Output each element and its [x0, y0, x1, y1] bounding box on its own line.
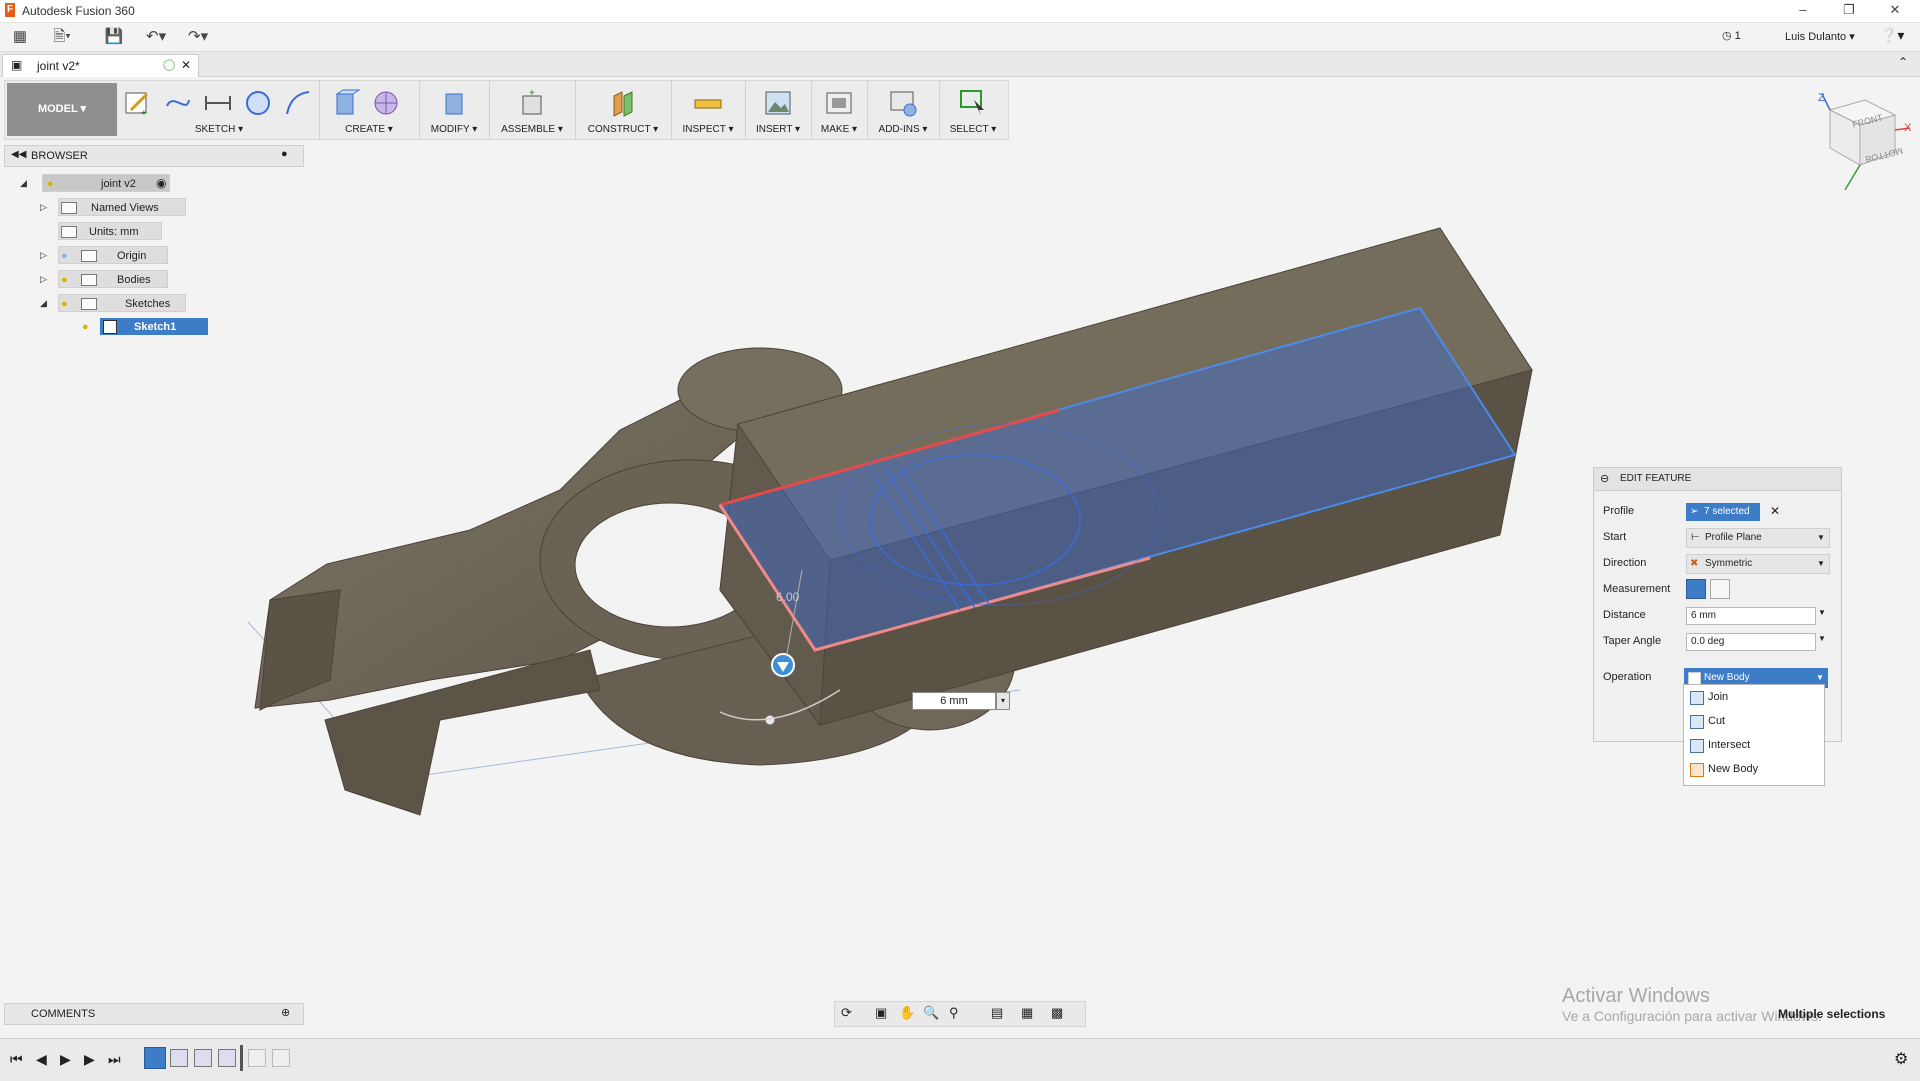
- new-body-option-icon: [1690, 763, 1704, 777]
- direction-value: Symmetric: [1705, 558, 1753, 569]
- start-label: Start: [1603, 531, 1627, 543]
- watermark-line1: Activar Windows: [1562, 985, 1710, 1007]
- timeline-feature-4[interactable]: [218, 1049, 236, 1067]
- orbit-icon[interactable]: ⟳: [841, 1005, 852, 1021]
- window-title: Autodesk Fusion 360: [22, 4, 135, 18]
- fusion-logo-icon: F: [5, 3, 15, 17]
- chevron-down-icon: ▼: [1817, 559, 1825, 568]
- half-length-toggle-icon[interactable]: [1686, 579, 1706, 599]
- distance-field-dropdown-icon[interactable]: ▼: [1818, 608, 1826, 617]
- whole-length-toggle-icon[interactable]: [1710, 579, 1730, 599]
- direction-label: Direction: [1603, 557, 1647, 569]
- distance-field[interactable]: 6 mm: [1686, 607, 1816, 625]
- collapse-toolbar-icon[interactable]: ⌃: [1898, 55, 1908, 69]
- save-icon[interactable]: 💾: [104, 28, 124, 46]
- option-join-label: Join: [1708, 691, 1729, 703]
- distance-dropdown-icon[interactable]: ▾: [996, 692, 1010, 710]
- step-forward-icon[interactable]: ▶: [84, 1051, 95, 1068]
- timeline-bar: ⏮ ◀ ▶ ▶ ⏭ ⚙: [0, 1038, 1920, 1081]
- axis-x-label: X: [1904, 122, 1912, 134]
- timeline-feature-6[interactable]: [272, 1049, 290, 1067]
- grid-icon[interactable]: ▦: [1021, 1005, 1033, 1021]
- selection-status: Multiple selections: [1778, 1007, 1886, 1021]
- user-menu[interactable]: Luis Dulanto ▾: [1785, 30, 1855, 43]
- fit-icon[interactable]: ⚲: [949, 1005, 959, 1021]
- cut-icon: [1690, 715, 1704, 729]
- option-new-body-label: New Body: [1708, 763, 1759, 775]
- title-bar: F Autodesk Fusion 360 – ❐ ✕: [0, 0, 1920, 23]
- option-intersect[interactable]: Intersect: [1684, 734, 1824, 756]
- option-cut-label: Cut: [1708, 715, 1726, 727]
- angle-ghost-label: 6.00: [776, 590, 800, 604]
- viewports-icon[interactable]: ▩: [1051, 1005, 1063, 1021]
- option-intersect-label: Intersect: [1708, 739, 1751, 751]
- comments-panel-header[interactable]: COMMENTS ⊕: [4, 1003, 304, 1025]
- distance-input-box[interactable]: 6 mm: [912, 692, 996, 710]
- distance-label: Distance: [1603, 609, 1646, 621]
- look-at-icon[interactable]: ▣: [875, 1005, 887, 1021]
- add-comment-icon[interactable]: ⊕: [281, 1006, 290, 1019]
- document-icon: ▣: [11, 58, 23, 72]
- sync-icon: ◯: [163, 59, 176, 71]
- profile-plane-icon: ⊢: [1691, 532, 1700, 543]
- document-tab-title: joint v2*: [37, 59, 80, 73]
- chevron-down-icon: ▼: [1817, 533, 1825, 542]
- profile-selection-count: 7 selected: [1704, 506, 1750, 517]
- quick-access-bar: ▦ 🗎▾ 💾 ↶▾ ↷▾ ◷ 1 Luis Dulanto ▾ ❔▾: [0, 23, 1920, 52]
- redo-icon[interactable]: ↷▾: [188, 28, 208, 46]
- timeline-marker[interactable]: [240, 1045, 243, 1071]
- dialog-title: EDIT FEATURE: [1620, 473, 1692, 484]
- restore-button[interactable]: ❐: [1834, 2, 1864, 20]
- taper-field-dropdown-icon[interactable]: ▼: [1818, 634, 1826, 643]
- zoom-icon[interactable]: 🔍: [923, 1005, 939, 1021]
- job-count: 1: [1734, 30, 1741, 42]
- profile-label: Profile: [1603, 505, 1635, 517]
- navigation-bar: ⟳ ▣ ✋ 🔍 ⚲ ▤ ▦ ▩: [834, 1001, 1086, 1027]
- display-settings-icon[interactable]: ▤: [991, 1005, 1003, 1021]
- go-to-end-icon[interactable]: ⏭: [108, 1051, 121, 1068]
- go-to-start-icon[interactable]: ⏮: [10, 1051, 23, 1068]
- timeline-sketch-feature[interactable]: [144, 1047, 166, 1069]
- file-menu-icon[interactable]: 🗎▾: [52, 28, 72, 46]
- undo-icon[interactable]: ↶▾: [146, 28, 166, 46]
- start-dropdown[interactable]: ⊢ Profile Plane ▼: [1686, 528, 1830, 548]
- timeline-settings-gear-icon[interactable]: ⚙: [1894, 1049, 1908, 1069]
- clear-selection-icon[interactable]: ✕: [1770, 504, 1780, 518]
- close-tab-icon[interactable]: ✕: [181, 58, 191, 72]
- cursor-icon: ➢: [1690, 506, 1699, 517]
- option-join[interactable]: Join: [1684, 686, 1824, 708]
- comments-title: COMMENTS: [31, 1008, 96, 1020]
- option-cut[interactable]: Cut: [1684, 710, 1824, 732]
- timeline-feature-2[interactable]: [170, 1049, 188, 1067]
- operation-options-list: Join Cut Intersect New Body: [1683, 684, 1825, 786]
- timeline-feature-3[interactable]: [194, 1049, 212, 1067]
- step-back-icon[interactable]: ◀: [36, 1051, 47, 1068]
- symmetric-icon: ✖: [1690, 558, 1699, 569]
- minimize-button[interactable]: –: [1788, 2, 1818, 20]
- measurement-label: Measurement: [1603, 583, 1671, 595]
- user-name: Luis Dulanto: [1785, 31, 1847, 43]
- direction-dropdown[interactable]: ✖ Symmetric ▼: [1686, 554, 1830, 574]
- join-icon: [1690, 691, 1704, 705]
- close-window-button[interactable]: ✕: [1880, 2, 1910, 20]
- operation-label: Operation: [1603, 671, 1652, 683]
- help-icon[interactable]: ❔▾: [1880, 27, 1904, 44]
- data-panel-grid-icon[interactable]: ▦: [10, 28, 30, 46]
- profile-selection-button[interactable]: ➢ 7 selected: [1686, 503, 1760, 521]
- job-status[interactable]: ◷ 1: [1722, 29, 1741, 42]
- taper-angle-field[interactable]: 0.0 deg: [1686, 633, 1816, 651]
- start-value: Profile Plane: [1705, 532, 1762, 543]
- option-new-body[interactable]: New Body: [1684, 758, 1824, 780]
- dialog-header[interactable]: ⊖ EDIT FEATURE: [1594, 468, 1841, 491]
- play-icon[interactable]: ▶: [60, 1051, 71, 1068]
- pan-icon[interactable]: ✋: [899, 1005, 915, 1021]
- view-cube[interactable]: [1810, 90, 1920, 190]
- document-tab[interactable]: ▣ joint v2* ◯ ✕: [2, 54, 199, 77]
- taper-angle-label: Taper Angle: [1603, 635, 1662, 647]
- dialog-collapse-icon[interactable]: ⊖: [1600, 468, 1609, 490]
- intersect-icon: [1690, 739, 1704, 753]
- timeline-feature-5[interactable]: [248, 1049, 266, 1067]
- document-tab-bar: ▣ joint v2* ◯ ✕ ⌃: [0, 52, 1920, 77]
- axis-z-label: Z: [1818, 92, 1825, 104]
